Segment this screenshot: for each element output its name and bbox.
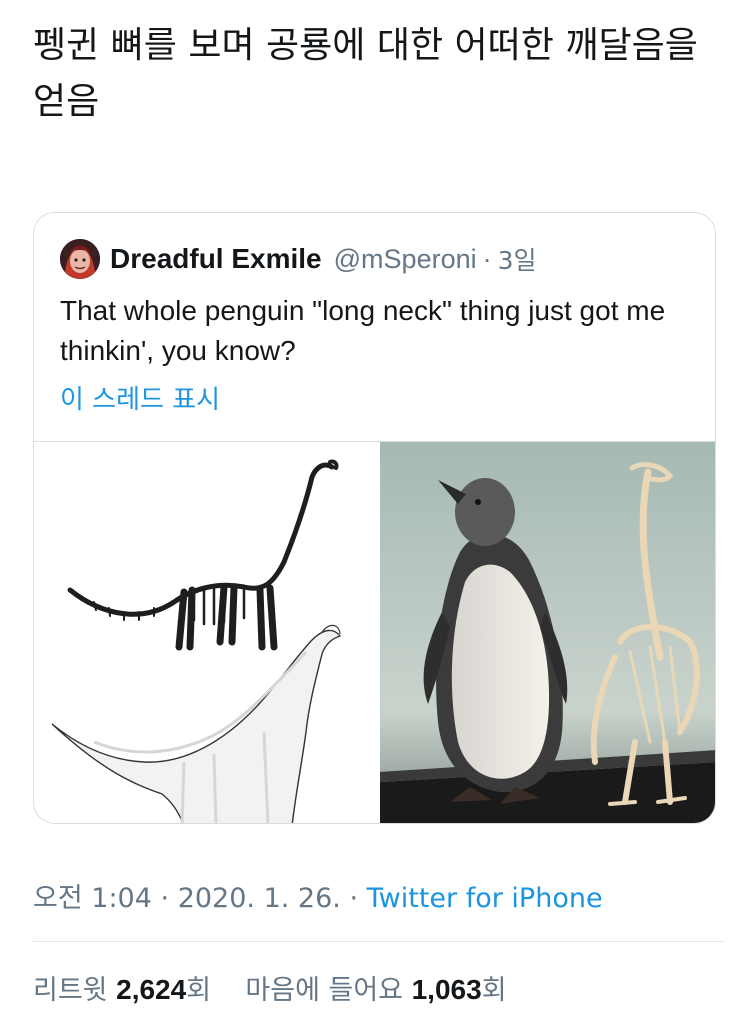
sauropod-skeleton-illustration[interactable]: [34, 442, 374, 823]
display-name[interactable]: Dreadful Exmile: [110, 243, 322, 275]
avatar[interactable]: [60, 239, 100, 279]
separator-dot: ·: [349, 883, 359, 914]
likes-label: 마음에 들어요: [245, 975, 404, 1006]
handle[interactable]: @mSperoni: [334, 244, 477, 275]
retweets-unit: 회: [186, 975, 212, 1006]
divider: [33, 941, 725, 942]
retweets-count: 2,624: [116, 974, 187, 1005]
quoted-tweet-card[interactable]: Dreadful Exmile @mSperoni · 3일 That whol…: [33, 212, 716, 824]
separator-dot: ·: [482, 243, 492, 274]
separator-dot: ·: [160, 883, 170, 914]
retweets-stat[interactable]: 리트윗 2,624회: [33, 974, 220, 1006]
likes-stat[interactable]: 마음에 들어요 1,063회: [245, 974, 507, 1006]
tweet-age[interactable]: 3일: [498, 241, 537, 277]
tweet-text: 펭귄 뼈를 보며 공룡에 대한 어떠한 깨달음을 얻음: [33, 25, 698, 122]
tweet-time[interactable]: 오전 1:04: [33, 883, 152, 914]
tweet-stats: 리트윗 2,624회 마음에 들어요 1,063회: [33, 968, 507, 1007]
tweet-date[interactable]: 2020. 1. 26.: [178, 883, 341, 914]
tweet-source-link[interactable]: Twitter for iPhone: [367, 883, 603, 914]
quoted-tweet-text: That whole penguin "long neck" thing jus…: [60, 295, 666, 366]
quoted-tweet-header: Dreadful Exmile @mSperoni · 3일: [60, 239, 537, 279]
likes-count: 1,063: [411, 974, 482, 1005]
media-grid: [34, 441, 715, 823]
tweet-metadata: 오전 1:04 · 2020. 1. 26. · Twitter for iPh…: [33, 876, 603, 915]
penguin-and-skeleton-photo[interactable]: [380, 442, 715, 823]
show-thread-link[interactable]: 이 스레드 표시: [60, 379, 220, 416]
likes-unit: 회: [481, 975, 507, 1006]
retweets-label: 리트윗: [33, 975, 108, 1006]
